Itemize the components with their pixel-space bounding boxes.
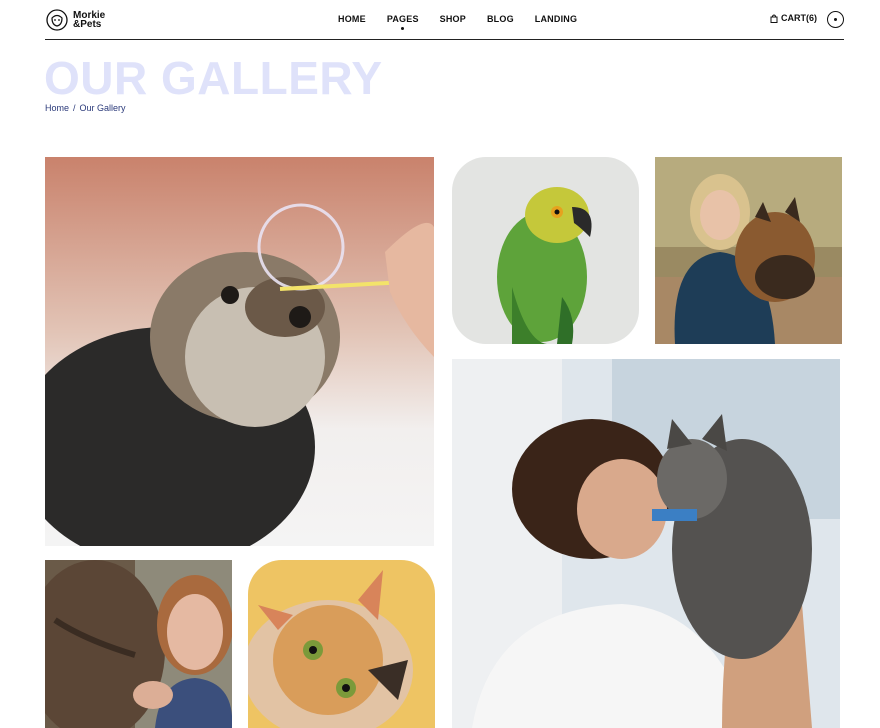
brand-name: Morkie &Pets (73, 11, 105, 30)
dog-bubble-photo (45, 157, 434, 546)
nav-item-shop[interactable]: SHOP (440, 14, 466, 24)
page-title: OUR GALLERY (44, 52, 383, 104)
nav-item-landing[interactable]: LANDING (535, 14, 577, 24)
gallery-image-woman-cat[interactable] (452, 359, 840, 728)
nav-item-pages[interactable]: PAGES (387, 14, 419, 30)
brand-line-2: &Pets (73, 19, 102, 30)
brand-logo[interactable]: Morkie &Pets (45, 9, 105, 31)
gallery-image-parrot[interactable] (452, 157, 639, 344)
gallery-image-woman-dog[interactable] (655, 157, 842, 344)
breadcrumb-current: Our Gallery (79, 103, 126, 113)
site-header: Morkie &Pets HOME PAGES SHOP BLOG LANDIN… (45, 0, 844, 40)
nav-item-home[interactable]: HOME (338, 14, 366, 24)
cart-link[interactable]: CART(6) (770, 13, 817, 23)
woman-dog-photo (655, 157, 842, 344)
woman-cat-photo (452, 359, 840, 728)
breadcrumb: Home / Our Gallery (45, 103, 126, 113)
breadcrumb-separator: / (73, 103, 76, 113)
nav-item-blog[interactable]: BLOG (487, 14, 514, 24)
woman-horse-photo (45, 560, 232, 728)
cart-label: CART(6) (781, 13, 817, 23)
paw-logo-icon (46, 9, 68, 31)
main-nav: HOME PAGES SHOP BLOG LANDING (338, 14, 598, 30)
parrot-photo (452, 157, 639, 344)
gallery-image-dog-bubble[interactable] (45, 157, 434, 546)
gallery-image-woman-horse[interactable] (45, 560, 232, 728)
shopping-bag-icon (770, 14, 778, 23)
menu-toggle-button[interactable] (827, 11, 844, 28)
breadcrumb-home-link[interactable]: Home (45, 103, 69, 113)
gallery-image-kitten[interactable] (248, 560, 435, 728)
kitten-photo (248, 560, 435, 728)
